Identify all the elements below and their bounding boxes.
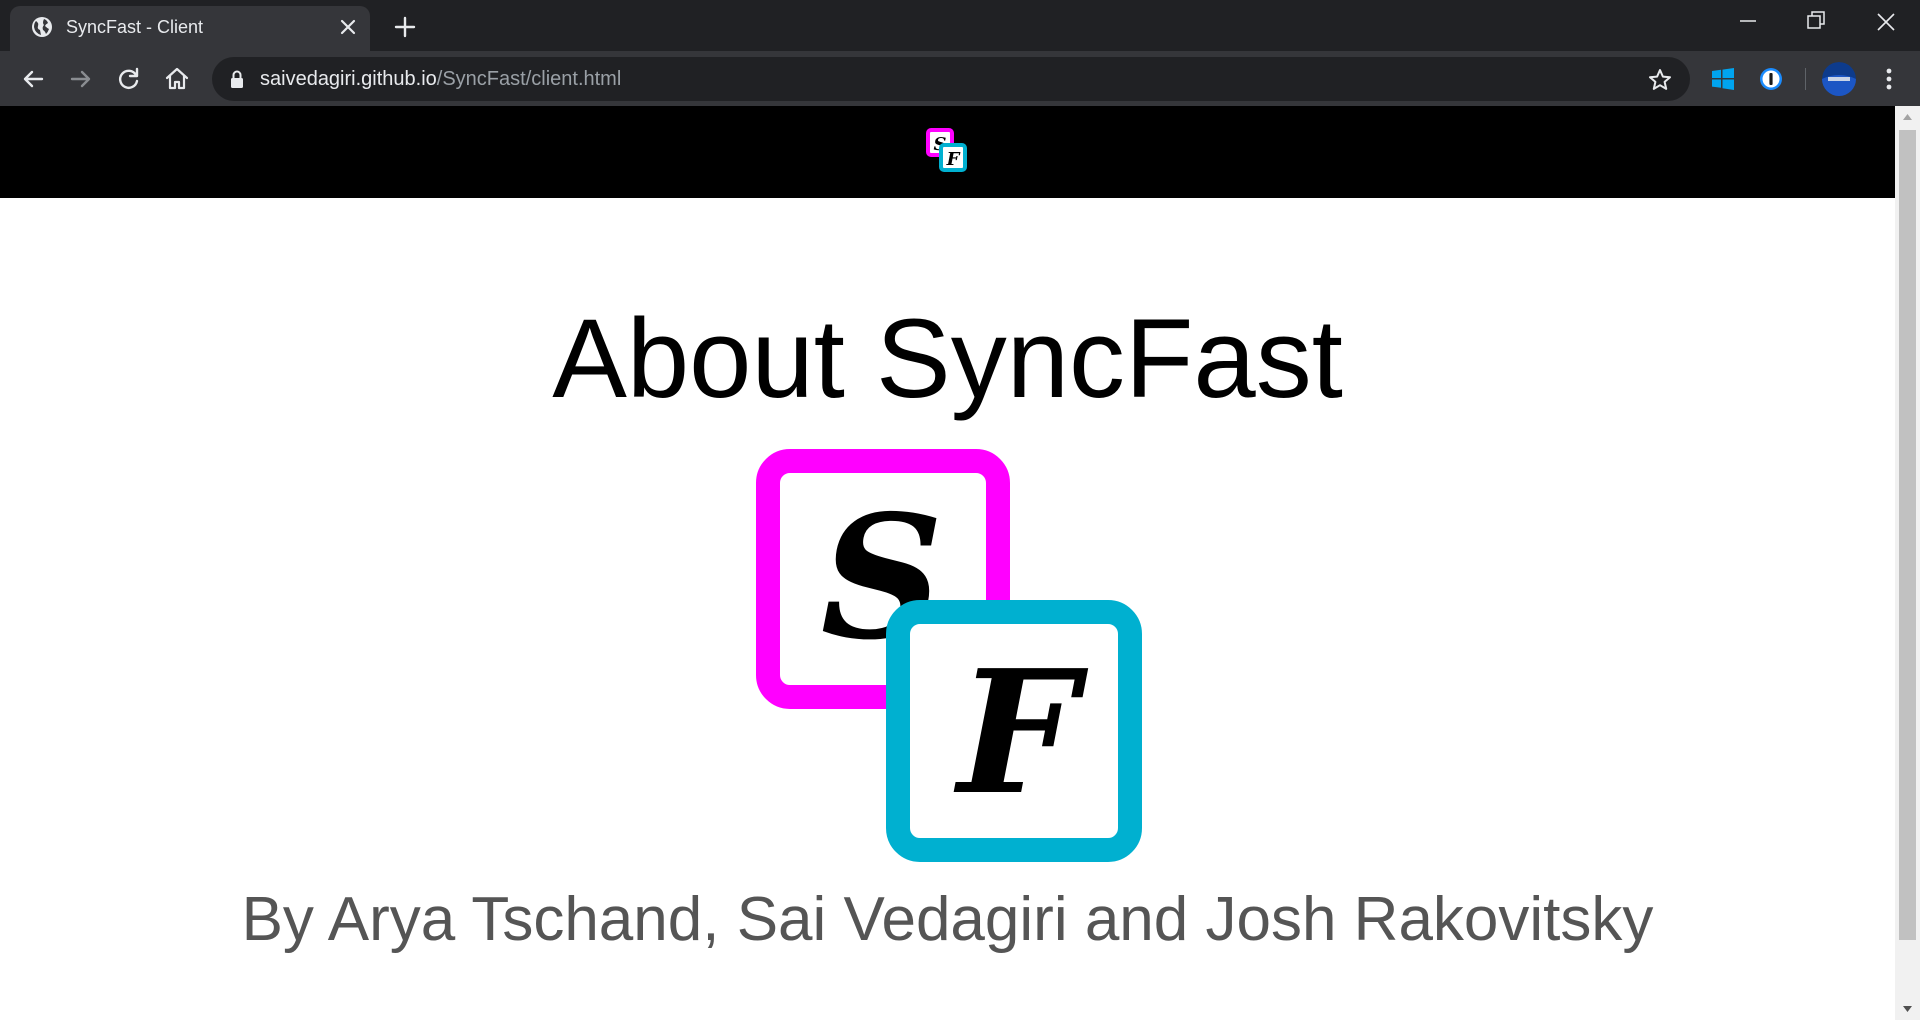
windows-icon[interactable] xyxy=(1708,64,1738,94)
site-header: S F xyxy=(0,106,1895,198)
back-arrow-icon[interactable] xyxy=(18,64,48,94)
password-manager-icon[interactable] xyxy=(1756,64,1786,94)
close-icon[interactable] xyxy=(1872,8,1900,36)
scrollbar-thumb[interactable] xyxy=(1899,130,1916,940)
authors-credit: By Arya Tschand, Sai Vedagiri and Josh R… xyxy=(241,885,1654,954)
forward-arrow-icon[interactable] xyxy=(66,64,96,94)
kebab-menu-icon[interactable] xyxy=(1874,64,1904,94)
close-tab-icon[interactable] xyxy=(336,15,360,39)
url-path: /SyncFast/client.html xyxy=(436,68,622,90)
hero-logo-letter-f: F xyxy=(954,633,1089,833)
page-scrollbar[interactable] xyxy=(1895,106,1920,1020)
bookmark-star-icon[interactable] xyxy=(1646,66,1674,94)
tab-title: SyncFast - Client xyxy=(66,17,204,37)
browser-tab-bar: SyncFast - Client xyxy=(0,0,1920,51)
browser-toolbar: saivedagiri.github.io/SyncFast/client.ht… xyxy=(0,51,1920,106)
restore-icon[interactable] xyxy=(1804,8,1828,34)
syncfast-hero-logo: S F xyxy=(756,449,1142,862)
globe-icon xyxy=(32,17,52,37)
header-logo-letter-f: F xyxy=(946,149,961,170)
lock-icon[interactable] xyxy=(228,69,246,89)
page-viewport: S F About SyncFast S F By Arya Tschand, … xyxy=(0,106,1895,1020)
scroll-down-arrow-icon[interactable] xyxy=(1895,998,1920,1020)
home-icon[interactable] xyxy=(162,64,192,94)
address-bar[interactable]: saivedagiri.github.io/SyncFast/client.ht… xyxy=(212,57,1690,101)
page-title: About SyncFast xyxy=(552,296,1343,421)
scroll-up-arrow-icon[interactable] xyxy=(1895,106,1920,128)
plus-icon[interactable] xyxy=(390,12,420,42)
avatar[interactable] xyxy=(1822,62,1856,96)
url-text[interactable]: saivedagiri.github.io/SyncFast/client.ht… xyxy=(260,68,621,91)
reload-icon[interactable] xyxy=(114,64,144,94)
browser-tab[interactable]: SyncFast - Client xyxy=(10,6,370,51)
url-host: saivedagiri.github.io xyxy=(260,68,437,90)
syncfast-logo[interactable]: S F xyxy=(926,128,968,172)
toolbar-divider xyxy=(1805,68,1806,90)
minimize-icon[interactable] xyxy=(1736,6,1760,36)
